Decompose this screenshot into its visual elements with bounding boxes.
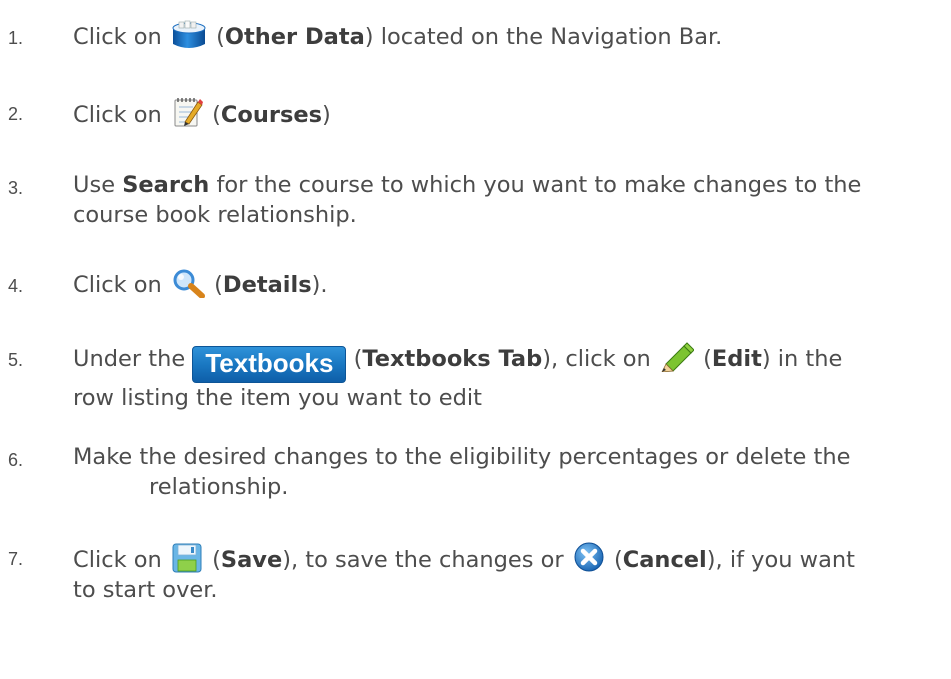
step-post: located on the Navigation Bar.: [380, 24, 723, 50]
step-line2: row listing the item you want to edit: [73, 385, 482, 411]
step-post: for the course to which you want to make…: [216, 172, 862, 198]
step-text: Use Search for the course to which you w…: [73, 170, 945, 230]
step-post: , if you want: [715, 547, 855, 573]
step-number: 3.: [8, 178, 24, 198]
step-pre: Click on: [73, 24, 162, 50]
step-number: 2.: [8, 104, 24, 124]
save-icon: [171, 543, 203, 573]
step-text: Make the desired changes to the eligibil…: [73, 442, 945, 502]
textbooks-tab-image: Textbooks: [192, 346, 347, 383]
magnifier-icon: [171, 268, 205, 298]
step-line2: course book relationship.: [73, 202, 357, 228]
step-number: 5.: [8, 350, 24, 370]
step-number: 6.: [8, 450, 24, 470]
courses-icon: [171, 96, 203, 128]
step-line2: to start over.: [73, 577, 218, 603]
step-bold: Other Data: [224, 24, 365, 50]
step-text: Click on (Other Data) located on the Nav…: [73, 20, 945, 52]
other-data-icon: [171, 20, 207, 50]
pencil-icon: [660, 342, 694, 372]
step-number: 4.: [8, 276, 24, 296]
step-text: Click on (Details).: [73, 268, 945, 300]
step-bold: Textbooks Tab: [362, 346, 543, 372]
step-bold: Courses: [220, 102, 323, 128]
step-text: Click on (Courses): [73, 96, 945, 130]
step-pre: Click on: [73, 547, 162, 573]
cancel-icon: [573, 541, 605, 573]
step-pre: Click on: [73, 102, 162, 128]
step-mid: , to save the changes or: [291, 547, 564, 573]
step-number: 7.: [8, 549, 24, 569]
step-body: Make the desired changes to the eligibil…: [73, 444, 851, 470]
step-bold-2: Cancel: [622, 547, 707, 573]
instructions-page: 1. Click on (Other Data) located on the …: [0, 0, 951, 679]
step-text: Click on (Save), to save the changes or: [73, 541, 945, 605]
step-post: in the: [777, 346, 843, 372]
step-bold: Search: [122, 172, 210, 198]
step-text: Under the Textbooks (Textbooks Tab), cli…: [73, 342, 945, 413]
step-bold: Details: [222, 272, 312, 298]
step-mid: , click on: [551, 346, 651, 372]
step-bold-2: Edit: [711, 346, 762, 372]
step-pre: Click on: [73, 272, 162, 298]
step-line2: relationship.: [149, 474, 289, 500]
step-number: 1.: [8, 28, 24, 48]
step-bold: Save: [220, 547, 283, 573]
step-pre: Use: [73, 172, 116, 198]
step-pre: Under the: [73, 346, 186, 372]
